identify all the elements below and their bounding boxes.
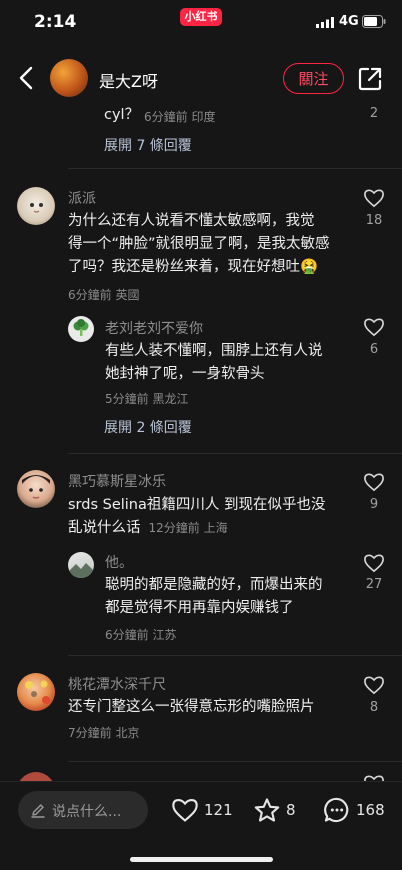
avatar[interactable] — [68, 552, 94, 578]
comment-text-line: 得一个“肿脸”就很明显了啊，是我太敏感 — [68, 236, 330, 252]
top-nav: 是大Z呀 關注 — [0, 52, 402, 104]
heart-icon[interactable] — [363, 675, 385, 695]
comment-text-line: 乱说什么话 12分鐘前 上海 — [68, 520, 228, 536]
collect-total: 8 — [286, 801, 296, 819]
like-count: 2 — [369, 106, 379, 121]
replier-name[interactable]: 老刘老刘不爱你 — [105, 318, 203, 338]
share-icon[interactable] — [357, 66, 383, 92]
author-avatar[interactable] — [50, 59, 88, 97]
like-count: 9 — [369, 497, 379, 512]
comment-partial-meta: 6分鐘前 印度 — [144, 110, 216, 124]
heart-icon[interactable] — [363, 472, 385, 492]
comment-meta: 12分鐘前 上海 — [148, 521, 228, 535]
battery-icon — [362, 15, 386, 28]
status-bar: 2:14 小红书 4G — [0, 0, 402, 44]
comment-input-placeholder: 说点什么... — [52, 804, 122, 820]
replier-name[interactable]: 他。 — [105, 552, 133, 572]
comment-bubble-icon — [324, 797, 349, 823]
landscape-avatar-icon — [68, 563, 94, 578]
commenter-name[interactable]: 派派 — [68, 188, 96, 208]
network-type: 4G — [339, 14, 359, 29]
flower-avatar-icon — [25, 680, 50, 704]
reply-meta: 5分鐘前 黑龙江 — [105, 392, 189, 406]
comment-text-line: 还专门整这么一张得意忘形的嘴脸照片 — [68, 699, 315, 715]
heart-icon[interactable] — [363, 774, 385, 781]
signal-icon — [316, 17, 334, 28]
expand-replies-button[interactable]: 展開 7 條回覆 — [104, 135, 192, 155]
author-name[interactable]: 是大Z呀 — [99, 68, 158, 92]
back-arrow-icon[interactable] — [14, 64, 38, 92]
comment-text-line: 了吗？我还是粉丝来着，现在好想吐🤮 — [68, 259, 319, 275]
divider — [68, 168, 402, 169]
divider — [68, 761, 402, 762]
like-count: 8 — [369, 700, 379, 715]
child-avatar-icon — [22, 475, 50, 499]
vomit-emoji: 🤮 — [300, 259, 319, 275]
comment-meta: 7分鐘前 北京 — [68, 726, 140, 740]
avatar[interactable] — [17, 772, 55, 781]
cat-avatar-icon — [30, 203, 43, 213]
heart-icon[interactable] — [363, 188, 385, 208]
avatar[interactable] — [17, 673, 55, 711]
app-badge: 小红书 — [180, 8, 222, 26]
status-time: 2:14 — [34, 12, 77, 32]
reply-text-line: 都是觉得不用再靠内娱赚钱了 — [105, 600, 294, 616]
follow-button[interactable]: 關注 — [283, 63, 344, 94]
like-count: 6 — [369, 342, 379, 357]
collect-button[interactable]: 8 — [253, 796, 296, 824]
broccoli-avatar-icon — [73, 319, 89, 336]
heart-icon[interactable] — [363, 553, 385, 573]
like-total: 121 — [204, 801, 233, 819]
reply-meta: 6分鐘前 江苏 — [105, 628, 177, 642]
reply-text-line: 她封神了呢，一身软骨头 — [105, 366, 265, 382]
commenter-name[interactable]: 黑巧慕斯星冰乐 — [68, 471, 166, 491]
heart-icon — [172, 799, 198, 822]
comment-text-line: 为什么还有人说看不懂太敏感啊，我觉 — [68, 213, 315, 229]
expand-replies-button[interactable]: 展開 2 條回覆 — [104, 417, 192, 437]
avatar[interactable] — [17, 187, 55, 225]
avatar[interactable] — [68, 316, 94, 342]
home-indicator[interactable] — [130, 857, 273, 862]
heart-icon[interactable] — [363, 317, 385, 337]
comment-text-line: srds Selina祖籍四川人 到现在似乎也没 — [68, 497, 326, 513]
comment-partial-text: cyl？ — [104, 107, 140, 123]
star-icon — [254, 797, 280, 822]
comment-meta: 6分鐘前 英國 — [68, 288, 140, 302]
like-count: 18 — [365, 213, 383, 228]
comment-input[interactable]: 说点什么... — [18, 791, 148, 829]
commenter-name[interactable]: 桃花潭水深千尺 — [68, 674, 166, 694]
avatar[interactable] — [17, 470, 55, 508]
comment-list[interactable]: cyl？ 6分鐘前 印度 2 展開 7 條回覆 派派 为什么还有人说看不懂太敏感… — [0, 104, 402, 781]
reply-text-line: 有些人装不懂啊，围脖上还有人说 — [105, 343, 323, 359]
like-button[interactable]: 121 — [171, 796, 233, 824]
comment-button[interactable]: 168 — [323, 796, 385, 824]
bottom-action-bar: 说点什么... 121 8 168 — [0, 781, 402, 870]
comment-total: 168 — [356, 801, 385, 819]
reply-text-line: 聪明的都是隐藏的好，而爆出来的 — [105, 577, 323, 593]
pen-icon — [31, 804, 45, 818]
like-count: 27 — [365, 577, 383, 592]
divider — [68, 655, 402, 656]
divider — [68, 453, 402, 454]
